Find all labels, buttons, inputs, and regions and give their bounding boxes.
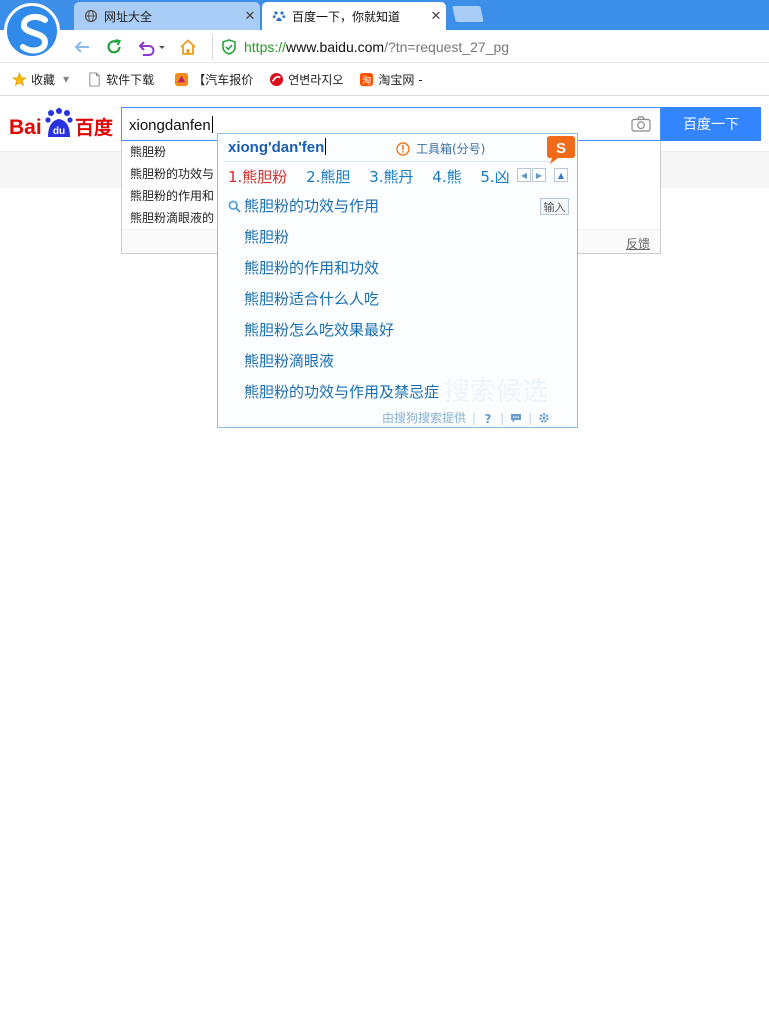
gear-icon[interactable] [538,412,550,424]
tab-label: 网址大全 [104,9,153,24]
search-input-value: xiongdanfen [129,116,213,134]
ime-composition: xiong'dan'fen [228,138,327,156]
close-icon[interactable]: ✕ [426,9,446,24]
svg-text:淘: 淘 [362,74,371,86]
chat-icon[interactable] [510,412,522,424]
browser-logo-icon[interactable] [4,3,60,59]
ime-candidate[interactable]: 1.熊胆粉 [228,168,287,186]
page-prev-icon[interactable]: ◀ [517,168,531,182]
tab-baidu[interactable]: 百度一下，你就知道 ✕ [262,2,446,30]
home-icon [180,39,196,55]
ime-enter-button[interactable]: 输入 [540,198,569,215]
new-tab-button[interactable] [452,6,484,22]
refresh-icon [107,38,122,54]
bookmark-taobao[interactable]: 淘 淘宝网 - [359,71,423,88]
text-caret [211,116,213,133]
toolbox-icon [396,141,410,156]
svg-text:S: S [556,140,566,157]
taobao-icon: 淘 [360,72,374,86]
ime-suggestion[interactable]: 熊胆粉适合什么人吃 [218,287,577,318]
arrow-left-icon [74,41,89,53]
text-caret [325,138,327,155]
reload-button[interactable] [104,37,124,57]
bookmarks-bar: 收藏 ▼ 软件下载 【汽车报价 연변라지오 淘 淘宝网 - [0,63,769,96]
chevron-down-icon: ▼ [63,74,70,84]
baidu-logo[interactable]: Bai du 百度 [9,104,114,144]
document-icon [89,71,100,87]
svg-text:Bai: Bai [9,116,42,139]
star-icon [12,71,27,86]
secure-shield-icon [222,39,236,55]
tab-nav-sites[interactable]: 网址大全 ✕ [74,2,260,30]
undo-icon [138,41,165,56]
radio-icon [270,72,284,86]
divider: | [528,410,533,425]
sogou-provider-label: 由搜狗搜索提供 [382,411,467,425]
ime-suggestion[interactable]: 熊胆粉的功效与作用 [218,194,577,225]
baidu-search-button[interactable]: 百度一下 [661,107,761,141]
svg-text:du: du [53,126,65,137]
ime-pager: ◀ ▶ [517,168,547,182]
camera-icon[interactable] [631,116,651,132]
globe-icon [84,9,98,23]
divider [224,161,550,162]
divider: | [472,410,477,425]
ime-candidate[interactable]: 4.熊 [432,168,461,186]
search-icon [228,200,241,213]
page-next-icon[interactable]: ▶ [532,168,546,182]
tab-bar: 网址大全 ✕ 百度一下，你就知道 ✕ [0,0,769,30]
home-button[interactable] [178,37,198,57]
baidu-paw-icon [272,11,286,21]
ime-suggestion[interactable]: 熊胆粉怎么吃效果最好 [218,318,577,349]
ime-suggestion[interactable]: 熊胆粉 [218,225,577,256]
bookmark-favorites[interactable]: 收藏 ▼ [12,71,69,88]
collapse-icon[interactable]: ▲ [554,168,568,182]
ime-candidate[interactable]: 3.熊丹 [369,168,413,186]
bookmark-radio[interactable]: 연변라지오 [269,71,343,88]
car-price-icon [175,72,189,86]
ime-candidate[interactable]: 5.凶 [480,168,509,186]
ime-candidate[interactable]: 2.熊胆 [306,168,350,186]
feedback-link[interactable]: 反馈 [626,235,650,252]
bookmark-car-price[interactable]: 【汽车报价 [174,71,253,88]
svg-text:百度: 百度 [75,116,114,139]
tab-label: 百度一下，你就知道 [292,9,401,24]
navigation-bar: https://www.baidu.com/?tn=request_27_pg [0,30,769,63]
ime-candidate-list: 1.熊胆粉 2.熊胆 3.熊丹 4.熊 5.凶 [228,166,524,187]
back-button[interactable] [72,37,92,57]
ime-suggestion[interactable]: 熊胆粉的作用和功效 [218,256,577,287]
ime-watermark: 搜索候选 [444,377,549,407]
url-text: https://www.baidu.com/?tn=request_27_pg [244,39,510,55]
undo-close-button[interactable] [137,37,167,57]
svg-text:?: ? [485,412,492,424]
ime-candidate-window: xiong'dan'fen 工具箱(分号) S 1.熊胆粉 2.熊胆 3.熊丹 … [217,133,578,428]
bookmark-software[interactable]: 软件下载 [87,71,154,88]
divider: | [500,410,505,425]
help-icon[interactable]: ? [482,412,494,424]
address-bar[interactable]: https://www.baidu.com/?tn=request_27_pg [212,34,769,60]
ime-footer: 由搜狗搜索提供 | ? | | [382,409,550,426]
ime-toolbox-button[interactable]: 工具箱(分号) [396,140,485,157]
close-icon[interactable]: ✕ [240,9,260,24]
